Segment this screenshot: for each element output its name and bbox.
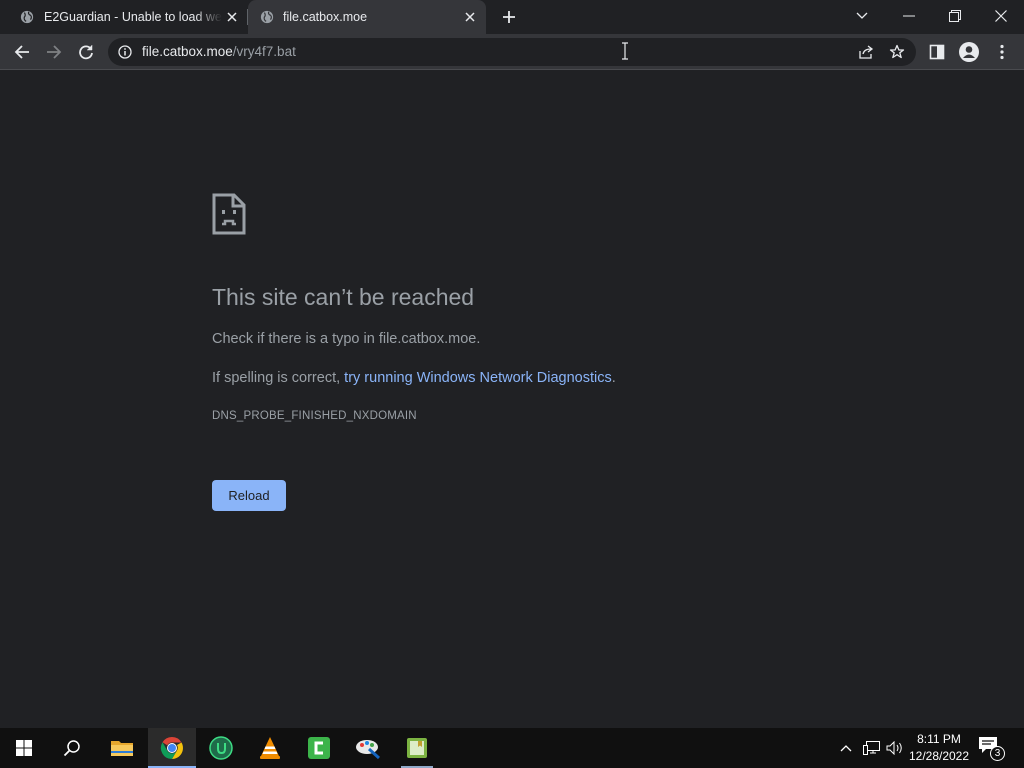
url-host: file.catbox.moe [142, 44, 233, 59]
tab-search-button[interactable] [840, 0, 884, 32]
tab-catbox[interactable]: file.catbox.moe [248, 0, 486, 34]
system-clock[interactable]: 8:11 PM 12/28/2022 [906, 731, 972, 765]
u-app-icon [209, 736, 233, 760]
address-bar[interactable]: file.catbox.moe/vry4f7.bat [108, 38, 916, 66]
tab-close-icon[interactable] [462, 9, 478, 25]
globe-icon [20, 10, 34, 24]
avatar-icon [959, 42, 979, 62]
chevron-up-icon [840, 745, 852, 752]
menu-button[interactable] [990, 40, 1014, 64]
url-text[interactable]: file.catbox.moe/vry4f7.bat [142, 44, 296, 59]
minimize-button[interactable] [887, 0, 931, 32]
forward-button[interactable] [42, 40, 66, 64]
close-window-button[interactable] [979, 0, 1023, 32]
bookmark-star-icon[interactable] [889, 44, 905, 60]
tab-strip: E2Guardian - Unable to load web page fil… [0, 0, 1024, 34]
paint-icon [356, 740, 381, 760]
error-suggestion-typo: Check if there is a typo in file.catbox.… [212, 331, 481, 347]
folder-icon [111, 741, 133, 756]
network-icon [862, 741, 880, 755]
taskbar-vlc[interactable] [246, 728, 294, 768]
chevron-down-icon [856, 12, 868, 19]
diagnostics-suffix: . [611, 370, 616, 386]
taskbar-chrome[interactable] [148, 728, 196, 768]
camtasia-icon [308, 737, 330, 759]
taskbar-search-button[interactable] [48, 728, 96, 768]
browser-toolbar: file.catbox.moe/vry4f7.bat [0, 34, 1024, 70]
speaker-icon [886, 741, 902, 755]
search-icon [63, 740, 80, 757]
error-title: This site can’t be reached [212, 284, 475, 310]
chrome-icon [160, 736, 183, 760]
error-code: DNS_PROBE_FINISHED_NXDOMAIN [212, 410, 417, 422]
close-icon [995, 10, 1007, 22]
plus-icon [503, 11, 515, 23]
minimize-icon [903, 15, 915, 17]
green-app-icon [407, 738, 427, 758]
share-icon[interactable] [858, 44, 874, 60]
taskbar-paint[interactable] [344, 728, 392, 768]
info-icon[interactable] [118, 45, 132, 59]
browser-window: E2Guardian - Unable to load web page fil… [0, 0, 1024, 768]
tab-close-icon[interactable] [224, 9, 240, 25]
taskbar-file-explorer[interactable] [98, 728, 146, 768]
arrow-right-icon [47, 45, 62, 59]
volume-tray-button[interactable] [884, 728, 906, 768]
error-suggestion-diagnostics: If spelling is correct, try running Wind… [212, 370, 616, 386]
back-button[interactable] [10, 40, 34, 64]
restore-icon [949, 10, 961, 22]
more-vert-icon [1000, 44, 1004, 60]
clock-date: 12/28/2022 [908, 749, 970, 763]
windows-start-icon [16, 740, 32, 756]
side-panel-button[interactable] [925, 40, 949, 64]
url-path: /vry4f7.bat [232, 44, 296, 59]
taskbar-u-app[interactable] [197, 728, 245, 768]
reload-toolbar-button[interactable] [74, 40, 98, 64]
tab-e2guardian[interactable]: E2Guardian - Unable to load web page [0, 0, 246, 34]
clock-time: 8:11 PM [917, 732, 961, 746]
notification-center-button[interactable]: 3 [978, 736, 1008, 762]
tab-title: E2Guardian - Unable to load web page [44, 10, 222, 24]
reload-button[interactable]: Reload [212, 480, 286, 511]
refresh-icon [79, 45, 93, 60]
globe-icon [260, 10, 274, 24]
start-button[interactable] [0, 728, 48, 768]
new-tab-button[interactable] [498, 6, 520, 28]
vlc-icon [260, 737, 280, 759]
restore-button[interactable] [933, 0, 977, 32]
network-tray-button[interactable] [860, 728, 882, 768]
error-page: This site can’t be reached Check if ther… [0, 71, 1024, 728]
diagnostics-prefix: If spelling is correct, [212, 370, 345, 386]
network-diagnostics-link[interactable]: try running Windows Network Diagnostics [344, 370, 612, 386]
text-cursor-icon [622, 42, 628, 60]
show-hidden-icons-button[interactable] [836, 728, 856, 768]
notification-count-badge: 3 [990, 746, 1005, 761]
windows-taskbar: 8:11 PM 12/28/2022 3 [0, 728, 1024, 768]
taskbar-camtasia[interactable] [295, 728, 343, 768]
sad-document-icon [212, 193, 246, 235]
taskbar-green-app[interactable] [393, 728, 441, 768]
side-panel-icon [929, 44, 945, 60]
profile-button[interactable] [957, 40, 981, 64]
tab-title: file.catbox.moe [283, 10, 368, 24]
arrow-left-icon [14, 45, 29, 59]
